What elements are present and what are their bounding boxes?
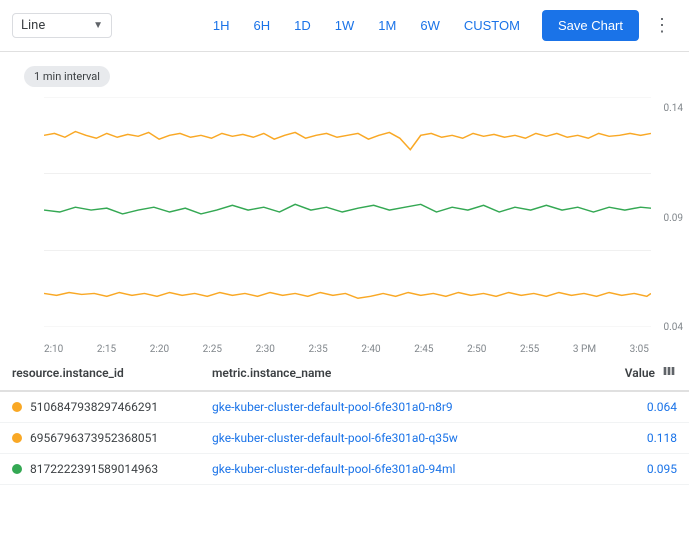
time-filter-6w[interactable]: 6W bbox=[410, 12, 450, 39]
x-label-10: 3 PM bbox=[573, 344, 596, 355]
time-filter-1m[interactable]: 1M bbox=[368, 12, 406, 39]
table-row: 6956796373952368051 gke-kuber-cluster-de… bbox=[0, 423, 689, 454]
value-col-label: Value bbox=[625, 366, 655, 380]
table-header-row: resource.instance_id metric.instance_nam… bbox=[0, 355, 689, 391]
table-body: 510684793829746​6291 gke-kuber-cluster-d… bbox=[0, 391, 689, 485]
x-label-11: 3:05 bbox=[630, 344, 649, 355]
chart-type-dropdown[interactable]: Line ▼ bbox=[12, 13, 112, 38]
cell-instance-name-1[interactable]: gke-kuber-cluster-default-pool-6fe301a0-… bbox=[200, 391, 589, 423]
chart-type-label: Line bbox=[21, 18, 45, 33]
y-label-min: 0.04 bbox=[649, 322, 683, 333]
cell-value-3: 0.095 bbox=[589, 454, 689, 485]
cell-instance-id-2: 6956796373952368051 bbox=[0, 423, 200, 454]
cell-value-2: 0.118 bbox=[589, 423, 689, 454]
chart-canvas-area bbox=[44, 97, 651, 355]
columns-icon[interactable] bbox=[661, 363, 677, 382]
save-chart-button[interactable]: Save Chart bbox=[542, 10, 639, 41]
col-instance-id: resource.instance_id bbox=[0, 355, 200, 391]
col-instance-name: metric.instance_name bbox=[200, 355, 589, 391]
top-bar: Line ▼ 1H 6H 1D 1W 1M 6W CUSTOM Save Cha… bbox=[0, 0, 689, 52]
table-row: 8172222391589014963 gke-kuber-cluster-de… bbox=[0, 454, 689, 485]
green-line bbox=[44, 204, 651, 214]
x-label-4: 2:30 bbox=[256, 344, 275, 355]
time-filter-6h[interactable]: 6H bbox=[244, 12, 281, 39]
x-label-7: 2:45 bbox=[414, 344, 433, 355]
interval-badge: 1 min interval bbox=[24, 66, 110, 87]
table-row: 510684793829746​6291 gke-kuber-cluster-d… bbox=[0, 391, 689, 423]
x-label-9: 2:55 bbox=[520, 344, 539, 355]
y-label-max: 0.14 bbox=[649, 103, 683, 114]
time-filter-1d[interactable]: 1D bbox=[284, 12, 321, 39]
dot-orange-2 bbox=[12, 433, 22, 443]
table-header: resource.instance_id metric.instance_nam… bbox=[0, 355, 689, 391]
dot-orange-1 bbox=[12, 402, 22, 412]
time-filter-1h[interactable]: 1H bbox=[203, 12, 240, 39]
cell-instance-name-2[interactable]: gke-kuber-cluster-default-pool-6fe301a0-… bbox=[200, 423, 589, 454]
x-label-8: 2:50 bbox=[467, 344, 486, 355]
metrics-table: resource.instance_id metric.instance_nam… bbox=[0, 355, 689, 485]
x-label-5: 2:35 bbox=[308, 344, 327, 355]
cell-instance-name-3[interactable]: gke-kuber-cluster-default-pool-6fe301a0-… bbox=[200, 454, 589, 485]
line-chart-svg bbox=[44, 97, 651, 327]
instance-id-text-3: 8172222391589014963 bbox=[30, 462, 158, 476]
main-content: 1 min interval 0.14 0.09 0.04 bbox=[0, 52, 689, 536]
x-label-6: 2:40 bbox=[361, 344, 380, 355]
time-filter-custom[interactable]: CUSTOM bbox=[454, 12, 530, 39]
y-label-mid: 0.09 bbox=[649, 213, 683, 224]
cell-instance-id-3: 8172222391589014963 bbox=[0, 454, 200, 485]
x-label-3: 2:25 bbox=[203, 344, 222, 355]
orange-line-2 bbox=[44, 293, 651, 299]
chart-area: 0.14 0.09 0.04 2:10 2:15 bbox=[0, 97, 689, 355]
data-table-section: resource.instance_id metric.instance_nam… bbox=[0, 355, 689, 485]
orange-line-1 bbox=[44, 132, 651, 150]
time-filter-1w[interactable]: 1W bbox=[325, 12, 365, 39]
col-value: Value bbox=[589, 355, 689, 391]
x-axis-labels: 2:10 2:15 2:20 2:25 2:30 2:35 2:40 2:45 … bbox=[44, 344, 649, 355]
x-label-0: 2:10 bbox=[44, 344, 63, 355]
more-options-button[interactable]: ⋮ bbox=[647, 11, 677, 40]
instance-id-text-2: 6956796373952368051 bbox=[30, 431, 158, 445]
x-label-1: 2:15 bbox=[97, 344, 116, 355]
dot-green-1 bbox=[12, 464, 22, 474]
cell-instance-id-1: 510684793829746​6291 bbox=[0, 391, 200, 423]
y-axis-labels: 0.14 0.09 0.04 bbox=[649, 101, 683, 335]
x-label-2: 2:20 bbox=[150, 344, 169, 355]
cell-value-1: 0.064 bbox=[589, 391, 689, 423]
instance-id-text-1: 510684793829746​6291 bbox=[30, 400, 158, 414]
time-filter-bar: 1H 6H 1D 1W 1M 6W CUSTOM Save Chart ⋮ bbox=[203, 10, 677, 41]
chevron-down-icon: ▼ bbox=[93, 20, 103, 31]
